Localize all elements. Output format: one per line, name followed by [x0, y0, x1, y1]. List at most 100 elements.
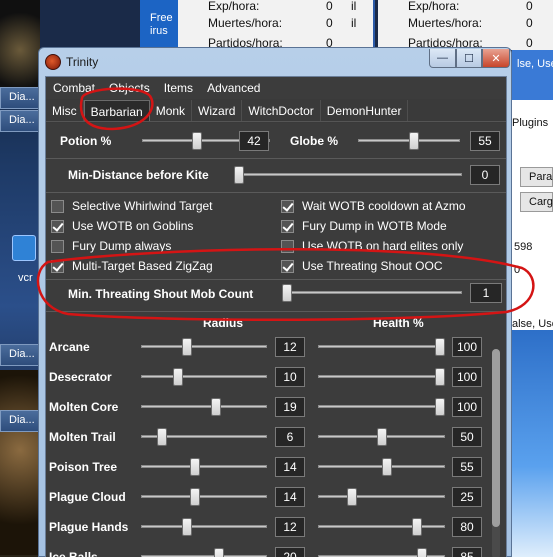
globe-slider[interactable] — [358, 131, 460, 151]
radius-value[interactable]: 12 — [275, 517, 305, 537]
min-distance-slider[interactable] — [234, 165, 462, 185]
radius-slider[interactable] — [141, 337, 267, 357]
radius-slider[interactable] — [141, 487, 267, 507]
desktop-icon[interactable] — [12, 235, 36, 261]
checkbox-box[interactable] — [281, 219, 294, 233]
health-value[interactable]: 55 — [452, 457, 482, 477]
maximize-button[interactable]: ☐ — [456, 49, 482, 68]
min-threat-value[interactable]: 1 — [470, 283, 502, 303]
slider-thumb[interactable] — [411, 518, 422, 536]
health-slider[interactable] — [318, 367, 445, 387]
health-slider[interactable] — [318, 337, 445, 357]
slider-thumb[interactable] — [189, 458, 200, 476]
title-bar[interactable]: Trinity — ☐ ✕ — [39, 48, 511, 76]
tab-monk[interactable]: Monk — [150, 100, 193, 121]
health-slider[interactable] — [318, 487, 445, 507]
checkbox-box[interactable] — [281, 239, 294, 253]
tab-witchdoctor[interactable]: WitchDoctor — [242, 100, 321, 121]
slider-thumb[interactable] — [382, 458, 393, 476]
checkbox-multi-target-zigzag[interactable]: Multi-Target Based ZigZag — [51, 259, 213, 273]
radius-value[interactable]: 6 — [275, 427, 305, 447]
slider-thumb[interactable] — [214, 548, 225, 557]
slider-track — [141, 495, 267, 498]
radius-value[interactable]: 19 — [275, 397, 305, 417]
health-slider[interactable] — [318, 547, 445, 557]
menu-objects[interactable]: Objects — [102, 77, 157, 99]
checkbox-box[interactable] — [51, 239, 64, 253]
min-threat-slider[interactable] — [282, 283, 462, 303]
slider-thumb[interactable] — [435, 368, 445, 386]
checkbox-fury-dump-always[interactable]: Fury Dump always — [51, 239, 171, 253]
menu-advanced[interactable]: Advanced — [200, 77, 267, 99]
radius-value[interactable]: 14 — [275, 487, 305, 507]
slider-thumb[interactable] — [282, 284, 292, 302]
scrollbar-thumb[interactable] — [492, 349, 500, 527]
globe-value[interactable]: 55 — [470, 131, 500, 151]
tab-barbarian[interactable]: Barbarian — [83, 100, 150, 121]
para-button[interactable]: Para — [520, 167, 553, 187]
checkbox-wotb-goblins[interactable]: Use WOTB on Goblins — [51, 219, 193, 233]
slider-thumb[interactable] — [181, 338, 192, 356]
background-task-item[interactable]: Dia... — [0, 344, 40, 366]
health-slider[interactable] — [318, 517, 445, 537]
slider-thumb[interactable] — [435, 338, 445, 356]
menu-items[interactable]: Items — [157, 77, 200, 99]
checkbox-box[interactable] — [51, 219, 64, 233]
cargar-button[interactable]: Cargar — [520, 192, 553, 212]
radius-slider[interactable] — [141, 397, 267, 417]
slider-thumb[interactable] — [417, 548, 428, 557]
checkbox-selective-whirlwind[interactable]: Selective Whirlwind Target — [51, 199, 213, 213]
radius-slider[interactable] — [141, 547, 267, 557]
health-value[interactable]: 100 — [452, 337, 482, 357]
background-task-item[interactable]: Dia... — [0, 110, 40, 132]
window-client: Combat Objects Items Advanced Misc Barba… — [45, 76, 507, 557]
vertical-scrollbar[interactable] — [492, 349, 500, 557]
background-task-item[interactable]: Dia... — [0, 410, 40, 432]
slider-thumb[interactable] — [347, 488, 358, 506]
slider-thumb[interactable] — [157, 428, 168, 446]
radius-value[interactable]: 14 — [275, 457, 305, 477]
radius-value[interactable]: 20 — [275, 547, 305, 557]
radius-slider[interactable] — [141, 367, 267, 387]
background-task-item[interactable]: Dia... — [0, 87, 40, 109]
checkbox-fury-dump-wotb[interactable]: Fury Dump in WOTB Mode — [281, 219, 447, 233]
health-value[interactable]: 100 — [452, 367, 482, 387]
slider-thumb[interactable] — [376, 428, 387, 446]
checkbox-box[interactable] — [51, 199, 64, 213]
potion-value[interactable]: 42 — [239, 131, 269, 151]
checkbox-wait-wotb-azmo[interactable]: Wait WOTB cooldown at Azmo — [281, 199, 466, 213]
checkbox-wotb-hard-elites[interactable]: Use WOTB on hard elites only — [281, 239, 463, 253]
health-value[interactable]: 80 — [452, 517, 482, 537]
radius-slider[interactable] — [141, 427, 267, 447]
slider-thumb[interactable] — [435, 398, 445, 416]
health-slider[interactable] — [318, 397, 445, 417]
menu-combat[interactable]: Combat — [46, 77, 102, 99]
health-slider[interactable] — [318, 457, 445, 477]
checkbox-box[interactable] — [281, 259, 294, 273]
slider-thumb[interactable] — [408, 132, 419, 150]
slider-thumb[interactable] — [173, 368, 184, 386]
checkbox-threating-shout-ooc[interactable]: Use Threating Shout OOC — [281, 259, 443, 273]
checkbox-box[interactable] — [51, 259, 64, 273]
tab-misc[interactable]: Misc — [46, 100, 84, 121]
radius-value[interactable]: 12 — [275, 337, 305, 357]
radius-slider[interactable] — [141, 517, 267, 537]
health-value[interactable]: 100 — [452, 397, 482, 417]
health-value[interactable]: 50 — [452, 427, 482, 447]
slider-thumb[interactable] — [189, 488, 200, 506]
radius-value[interactable]: 10 — [275, 367, 305, 387]
health-value[interactable]: 25 — [452, 487, 482, 507]
health-slider[interactable] — [318, 427, 445, 447]
minimize-button[interactable]: — — [429, 49, 456, 68]
slider-thumb[interactable] — [191, 132, 202, 150]
slider-thumb[interactable] — [234, 166, 244, 184]
tab-demonhunter[interactable]: DemonHunter — [321, 100, 409, 121]
close-button[interactable]: ✕ — [482, 49, 510, 68]
tab-wizard[interactable]: Wizard — [192, 100, 243, 121]
min-distance-value[interactable]: 0 — [470, 165, 500, 185]
health-value[interactable]: 85 — [452, 547, 482, 557]
radius-slider[interactable] — [141, 457, 267, 477]
checkbox-box[interactable] — [281, 199, 294, 213]
slider-thumb[interactable] — [210, 398, 221, 416]
slider-thumb[interactable] — [181, 518, 192, 536]
